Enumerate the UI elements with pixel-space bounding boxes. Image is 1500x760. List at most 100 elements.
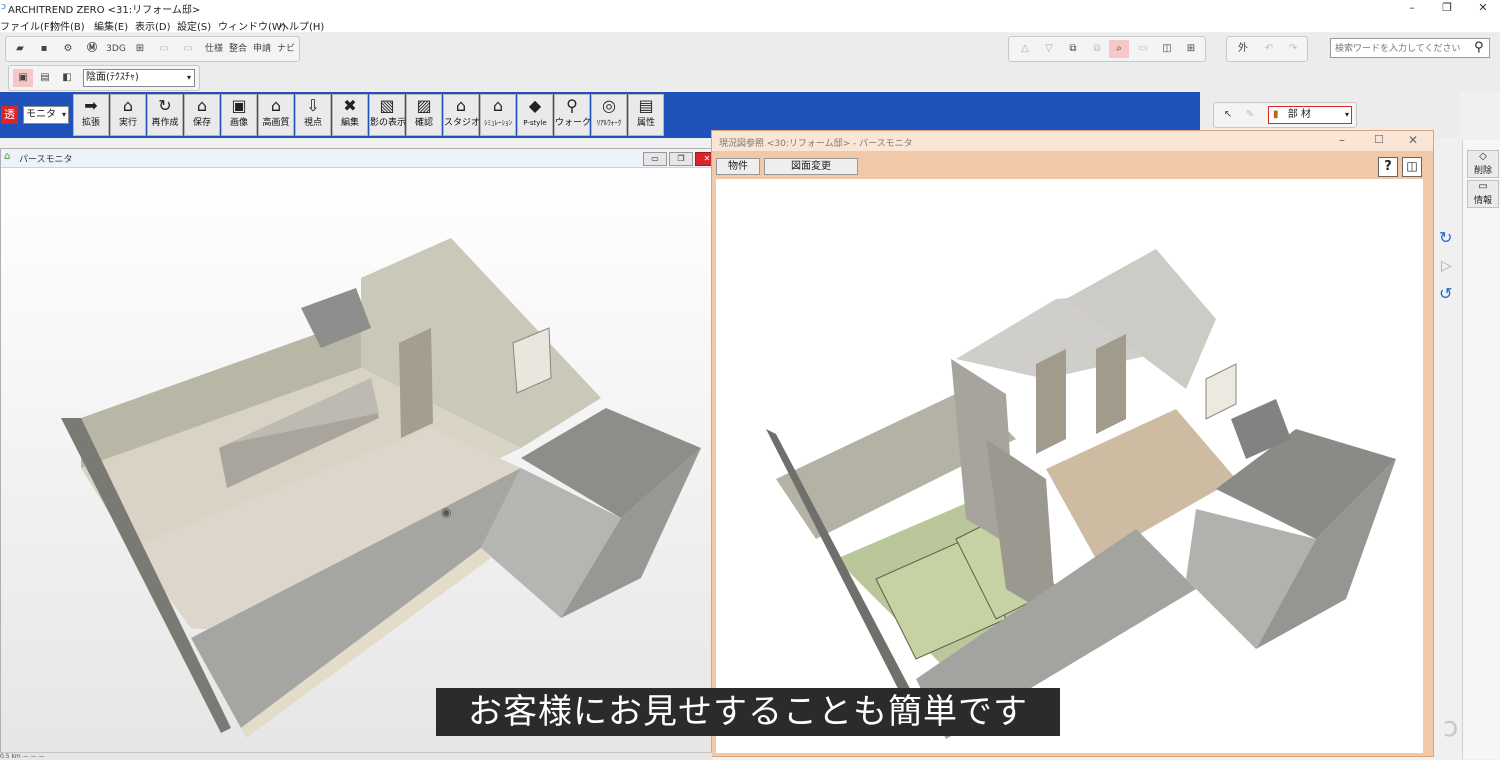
menu-help[interactable]: ヘルプ(H) <box>279 18 324 33</box>
ribbon-command-label: 影の表示 <box>370 118 407 128</box>
reference-3d-view[interactable] <box>716 179 1423 753</box>
ribbon-command-2[interactable]: ↻ 再作成 <box>147 94 183 136</box>
ribbon-command-label: 編集 <box>340 118 359 128</box>
rotate-ccw-icon[interactable]: ↺ <box>1439 284 1452 303</box>
application-button[interactable]: 申請 <box>252 40 272 58</box>
ribbon-command-11[interactable]: ⌂ ｼﾐｭﾚｰｼｮﾝ <box>480 94 516 136</box>
3d-box-icon[interactable]: ▤ <box>35 69 55 87</box>
ribbon-command-label: 確認 <box>414 118 433 128</box>
ribbon-command-13[interactable]: ⚲ ウォーク <box>554 94 592 136</box>
window-icon[interactable]: ▭ <box>1133 40 1153 58</box>
ribbon-command-label: 再作成 <box>151 118 179 128</box>
redo-icon[interactable]: ↷ <box>1283 40 1303 58</box>
settings-icon[interactable]: ⚙ <box>58 40 78 58</box>
kitchen-3d-view[interactable]: ◉ <box>1 168 711 752</box>
mini-restore-button[interactable]: ❐ <box>669 152 693 166</box>
ribbon-command-0[interactable]: ➡ 拡張 <box>73 94 109 136</box>
ribbon-command-10[interactable]: ⌂ スタジオ <box>443 94 480 136</box>
rotate-cw-icon[interactable]: ↻ <box>1439 228 1452 247</box>
restore-button[interactable]: ❐ <box>1432 0 1462 16</box>
render-mode-select[interactable]: 陰面(ﾃｸｽﾁｬ) ▾ <box>83 69 195 87</box>
ribbon-command-icon: ⇩ <box>306 96 320 115</box>
save-icon[interactable]: ▪ <box>34 40 54 58</box>
svg-text:◉: ◉ <box>441 505 451 519</box>
perspective-icon[interactable]: ◧ <box>57 69 77 87</box>
ribbon-command-3[interactable]: ⌂ 保存 <box>184 94 220 136</box>
triangle-up-icon[interactable]: △ <box>1015 40 1035 58</box>
search-input[interactable]: 検索ワードを入力してください <box>1330 38 1490 58</box>
view-tool-group: △ ▽ ⧉ ⧉ ⌕ ▭ ◫ ⊞ <box>1008 36 1206 62</box>
part-select-value: 部 材 <box>1287 109 1311 120</box>
paste-icon[interactable]: ▭ <box>178 40 198 58</box>
zoom-icon[interactable]: ⌕ <box>1109 40 1129 58</box>
part-select[interactable]: ▮ 部 材 ▾ <box>1268 106 1352 124</box>
search-icon[interactable]: ⚲ <box>1474 40 1484 55</box>
3dg-icon[interactable]: 3DG <box>106 40 126 58</box>
undo-icon[interactable]: ↶ <box>1259 40 1279 58</box>
triangle-down-icon[interactable]: ▽ <box>1039 40 1059 58</box>
ribbon-command-icon: ▨ <box>416 96 432 115</box>
ribbon-command-icon: ⌂ <box>196 96 208 115</box>
open-icon[interactable]: ▰ <box>10 40 30 58</box>
tab-drawing-change[interactable]: 図面変更 <box>764 158 858 175</box>
minimize-button[interactable]: – <box>1397 0 1427 16</box>
ribbon-command-label: ウォーク <box>555 118 592 128</box>
mini-minimize-button[interactable]: ▭ <box>643 152 667 166</box>
cursor-icon[interactable]: ↖ <box>1218 106 1238 124</box>
copy-icon[interactable]: ▭ <box>154 40 174 58</box>
ribbon-command-label: 拡張 <box>81 118 100 128</box>
menu-edit[interactable]: 編集(E) <box>94 18 128 33</box>
spec-button[interactable]: 仕様 <box>204 40 224 58</box>
navi-button[interactable]: ナビ <box>276 40 296 58</box>
chevron-down-icon: ▾ <box>61 110 66 119</box>
tab-property[interactable]: 物件 <box>716 158 760 175</box>
ribbon-command-12[interactable]: ◆ P-style <box>517 94 553 136</box>
ribbon-command-9[interactable]: ▨ 確認 <box>406 94 442 136</box>
menu-settings[interactable]: 設定(S) <box>177 18 211 33</box>
info-button[interactable]: ▭ 情報 <box>1467 180 1499 208</box>
ref-close-button[interactable]: ✕ <box>1408 133 1418 147</box>
monitor-select[interactable]: モニタ ▾ <box>23 106 69 124</box>
file-tool-group: ▰ ▪ ⚙ Ⓜ 3DG ⊞ ▭ ▭ 仕様 整合 申請 ナビ <box>5 36 300 62</box>
ribbon-command-15[interactable]: ▤ 属性 <box>628 94 664 136</box>
close-button[interactable]: ✕ <box>1468 0 1498 16</box>
layer-icon[interactable]: ⧉ <box>1063 40 1083 58</box>
ribbon-command-icon: ⌂ <box>455 96 467 115</box>
m-icon[interactable]: Ⓜ <box>82 40 102 58</box>
ribbon-command-icon: ➡ <box>84 96 98 115</box>
menu-view[interactable]: 表示(D) <box>135 18 171 33</box>
side-tool-panel: ◇ 削除 ▭ 情報 ↻ ▷ ↺ ↄ <box>1439 140 1500 759</box>
ribbon-command-1[interactable]: ⌂ 実行 <box>110 94 146 136</box>
panel-toggle-icon[interactable]: ◫ <box>1402 157 1422 177</box>
ribbon-command-label: 高画質 <box>262 118 290 128</box>
split-vertical-icon[interactable]: ◫ <box>1157 40 1177 58</box>
play-icon[interactable]: ▷ <box>1441 258 1452 274</box>
grid-icon[interactable]: ⊞ <box>130 40 150 58</box>
menu-file[interactable]: ファイル(F) <box>0 18 54 33</box>
floor-icon[interactable]: ▣ <box>13 69 33 87</box>
ribbon-command-8[interactable]: ▧ 影の表示 <box>369 94 407 136</box>
app-logo-icon: ↄ <box>1 2 6 12</box>
delete-button[interactable]: ◇ 削除 <box>1467 150 1499 178</box>
ribbon-command-7[interactable]: ✖ 編集 <box>332 94 368 136</box>
split-grid-icon[interactable]: ⊞ <box>1181 40 1201 58</box>
ribbon-command-icon: ◎ <box>602 96 616 115</box>
layer2-icon[interactable]: ⧉ <box>1087 40 1107 58</box>
ruler-icon: ▭ <box>1478 181 1488 192</box>
part-tool-group: ↖ ✎ ▮ 部 材 ▾ <box>1213 102 1357 128</box>
transparent-toggle[interactable]: 透 <box>1 106 18 124</box>
ribbon-command-6[interactable]: ⇩ 視点 <box>295 94 331 136</box>
ribbon-command-4[interactable]: ▣ 画像 <box>221 94 257 136</box>
pencil-icon[interactable]: ✎ <box>1240 106 1260 124</box>
ribbon-command-14[interactable]: ◎ ﾘｱﾙｳｫｰｸ <box>591 94 627 136</box>
menu-project[interactable]: 物件(B) <box>50 18 85 33</box>
ref-minimize-button[interactable]: – <box>1339 133 1345 147</box>
ref-maximize-button[interactable]: ☐ <box>1374 133 1384 146</box>
outside-button[interactable]: 外 <box>1233 40 1253 58</box>
ribbon-command-icon: ◆ <box>528 96 542 115</box>
ribbon-command-5[interactable]: ⌂ 高画質 <box>258 94 294 136</box>
render-mode-value: 陰面(ﾃｸｽﾁｬ) <box>86 72 139 83</box>
menu-window[interactable]: ウィンドウ(W) <box>218 18 286 33</box>
help-button[interactable]: ? <box>1378 157 1398 177</box>
consistency-button[interactable]: 整合 <box>228 40 248 58</box>
